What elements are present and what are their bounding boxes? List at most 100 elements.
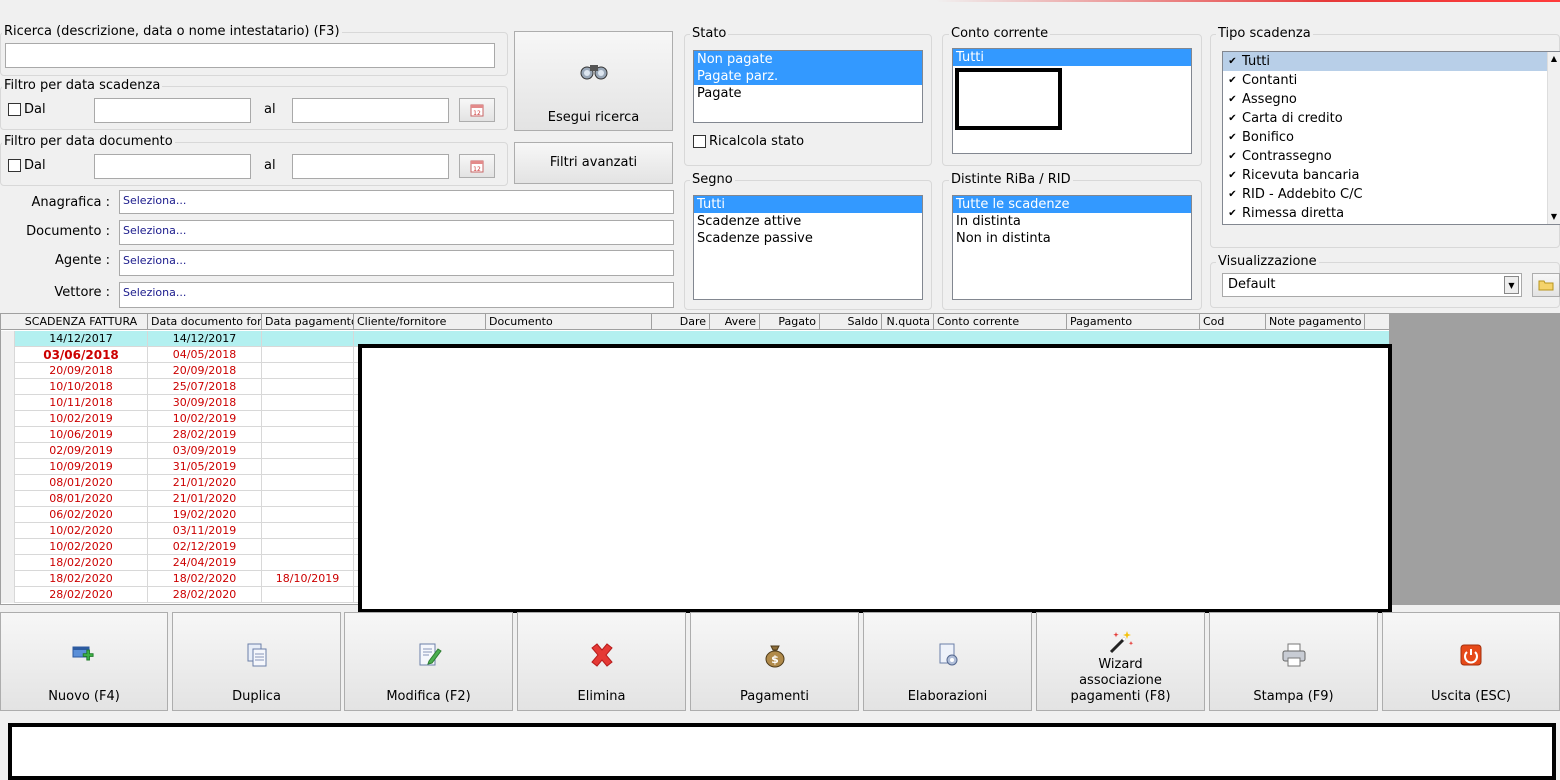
conto-item-tutti[interactable]: Tutti [953,49,1191,66]
checkmark-icon[interactable]: ✔ [1227,113,1238,124]
distinte-list[interactable]: Tutte le scadenze In distinta Non in dis… [952,195,1192,300]
row-indicator[interactable] [1,411,15,427]
tipo-list[interactable]: ✔ Tutti ✔ Contanti ✔ Assegno ✔ Carta di credito… [1222,51,1560,225]
due-date-calendar-button[interactable]: 12 [459,98,495,122]
table-cell: 10/02/2020 [15,523,148,539]
segno-list[interactable]: Tutti Scadenze attive Scadenze passive [693,195,923,300]
new-action-button[interactable]: Nuovo (F4) [0,612,168,711]
column-header[interactable]: Dare [652,314,710,330]
doc-date-calendar-button[interactable]: 12 [459,154,495,178]
conto-legend: Conto corrente [949,26,1051,41]
column-header[interactable]: Note pagamento [1266,314,1365,330]
row-indicator[interactable] [1,427,15,443]
row-indicator[interactable] [1,363,15,379]
duplicate-action-button[interactable]: Duplica [172,612,341,711]
due-date-to-input[interactable] [292,98,449,123]
column-header[interactable]: Cod [1200,314,1266,330]
agente-selector[interactable]: Seleziona... [119,250,674,276]
chevron-down-icon[interactable]: ▼ [1504,276,1519,294]
anagrafica-selector[interactable]: Seleziona... [119,190,674,214]
tipo-item[interactable]: ✔ Contrassegno [1223,147,1560,166]
tipo-item[interactable]: ✔ Contanti [1223,71,1560,90]
tipo-item[interactable]: ✔ Carta di credito [1223,109,1560,128]
row-indicator[interactable] [1,347,15,363]
vettore-selector[interactable]: Seleziona... [119,282,674,308]
table-cell: 08/01/2020 [15,475,148,491]
doc-date-from-input[interactable] [94,154,251,179]
segno-item-tutti[interactable]: Tutti [694,196,922,213]
advanced-filters-label: Filtri avanzati [549,155,638,170]
tipo-item[interactable]: ✔ Ricevuta bancaria [1223,166,1560,185]
row-indicator[interactable] [1,491,15,507]
checkmark-icon[interactable]: ✔ [1227,170,1238,181]
segno-item-attive[interactable]: Scadenze attive [694,213,922,230]
checkmark-icon[interactable]: ✔ [1227,56,1238,67]
view-folder-button[interactable] [1532,273,1560,297]
checkmark-icon[interactable]: ✔ [1227,151,1238,162]
checkmark-icon[interactable]: ✔ [1227,189,1238,200]
scroll-down-icon[interactable]: ▼ [1548,210,1560,224]
search-input[interactable] [5,43,495,68]
row-indicator[interactable] [1,587,15,603]
checkmark-icon[interactable]: ✔ [1227,75,1238,86]
column-header[interactable]: SCADENZA FATTURA [15,314,148,330]
distinte-item-non-in[interactable]: Non in distinta [953,230,1191,247]
row-indicator[interactable] [1,443,15,459]
distinte-item-in[interactable]: In distinta [953,213,1191,230]
tipo-item[interactable]: ✔ Rimessa diretta [1223,204,1560,223]
recalc-checkbox[interactable] [693,135,706,148]
row-indicator[interactable] [1,379,15,395]
distinte-item-tutte[interactable]: Tutte le scadenze [953,196,1191,213]
due-date-from-checkbox[interactable] [8,103,21,116]
row-indicator[interactable] [1,555,15,571]
tipo-item[interactable]: ✔ Assegno [1223,90,1560,109]
edit-action-button[interactable]: Modifica (F2) [344,612,513,711]
row-indicator[interactable] [1,475,15,491]
money-bag-action-button[interactable]: $ Pagamenti [690,612,859,711]
magic-wand-action-button[interactable]: Wizard associazione pagamenti (F8) [1036,612,1205,711]
table-cell: 18/02/2020 [148,571,262,587]
checkmark-icon[interactable]: ✔ [1227,94,1238,105]
view-select[interactable]: Default ▼ [1222,273,1522,297]
column-header[interactable]: Cliente/fornitore [354,314,486,330]
delete-icon [588,641,616,669]
tipo-scrollbar[interactable]: ▲ ▼ [1547,52,1560,224]
segno-item-passive[interactable]: Scadenze passive [694,230,922,247]
tipo-item[interactable]: ✔ Bonifico [1223,128,1560,147]
column-header[interactable]: Pagato [760,314,820,330]
stato-list[interactable]: Non pagate Pagate parz. Pagate [693,50,923,123]
power-action-button[interactable]: Uscita (ESC) [1382,612,1560,711]
row-indicator[interactable] [1,507,15,523]
documento-selector[interactable]: Seleziona... [119,220,674,245]
doc-date-from-checkbox[interactable] [8,159,21,172]
scroll-up-icon[interactable]: ▲ [1548,52,1560,66]
doc-date-to-input[interactable] [292,154,449,179]
row-indicator[interactable] [1,459,15,475]
column-header[interactable]: Pagamento [1067,314,1200,330]
tipo-item[interactable]: ✔ RID - Addebito C/C [1223,185,1560,204]
column-header[interactable]: Avere [710,314,760,330]
due-date-from-input[interactable] [94,98,251,123]
delete-action-button[interactable]: Elimina [517,612,686,711]
row-indicator[interactable] [1,331,15,347]
stato-item-pagate-parz[interactable]: Pagate parz. [694,68,922,85]
column-header[interactable]: Documento [486,314,652,330]
advanced-filters-button[interactable]: Filtri avanzati [514,142,673,184]
checkmark-icon[interactable]: ✔ [1227,208,1238,219]
run-search-button[interactable]: Esegui ricerca [514,31,673,131]
checkmark-icon[interactable]: ✔ [1227,132,1238,143]
stato-item-pagate[interactable]: Pagate [694,85,922,102]
row-indicator[interactable] [1,539,15,555]
row-indicator[interactable] [1,571,15,587]
column-header[interactable]: Saldo [820,314,882,330]
column-header[interactable]: Data documento forn [148,314,262,330]
printer-action-button[interactable]: Stampa (F9) [1209,612,1378,711]
column-header[interactable]: Conto corrente [934,314,1067,330]
column-header[interactable]: N.quota [882,314,934,330]
tipo-item[interactable]: ✔ Tutti [1223,52,1560,71]
column-header[interactable]: Data pagamento [262,314,354,330]
stato-item-non-pagate[interactable]: Non pagate [694,51,922,68]
gear-document-action-button[interactable]: Elaborazioni [863,612,1032,711]
row-indicator[interactable] [1,523,15,539]
row-indicator[interactable] [1,395,15,411]
